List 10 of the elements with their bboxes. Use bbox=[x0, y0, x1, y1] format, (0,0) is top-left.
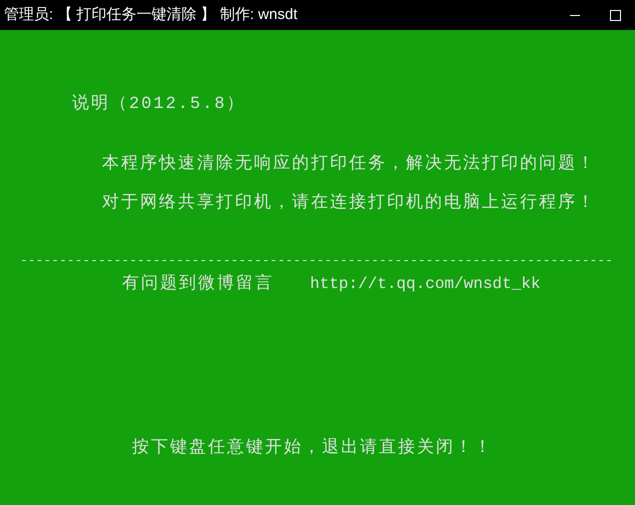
maximize-icon bbox=[610, 10, 620, 20]
window-title: 管理员: 【 打印任务一键清除 】 制作: wnsdt bbox=[4, 4, 298, 25]
heading-text: 说明（2012.5.8） bbox=[72, 93, 246, 116]
info-text: 对于网络共享打印机，请在连接打印机的电脑上运行程序！ bbox=[102, 192, 596, 215]
separator-line: ---------------------------------------------------------------------------- bbox=[20, 252, 613, 270]
contact-text: 有问题到微博留言 bbox=[122, 272, 274, 296]
prompt-text: 按下键盘任意键开始，退出请直接关闭！！ bbox=[132, 436, 493, 460]
info-text: 本程序快速清除无响应的打印任务，解决无法打印的问题！ bbox=[102, 152, 596, 176]
weibo-link[interactable]: http://t.qq.com/wnsdt_kk bbox=[310, 272, 540, 298]
minimize-icon bbox=[570, 14, 580, 16]
